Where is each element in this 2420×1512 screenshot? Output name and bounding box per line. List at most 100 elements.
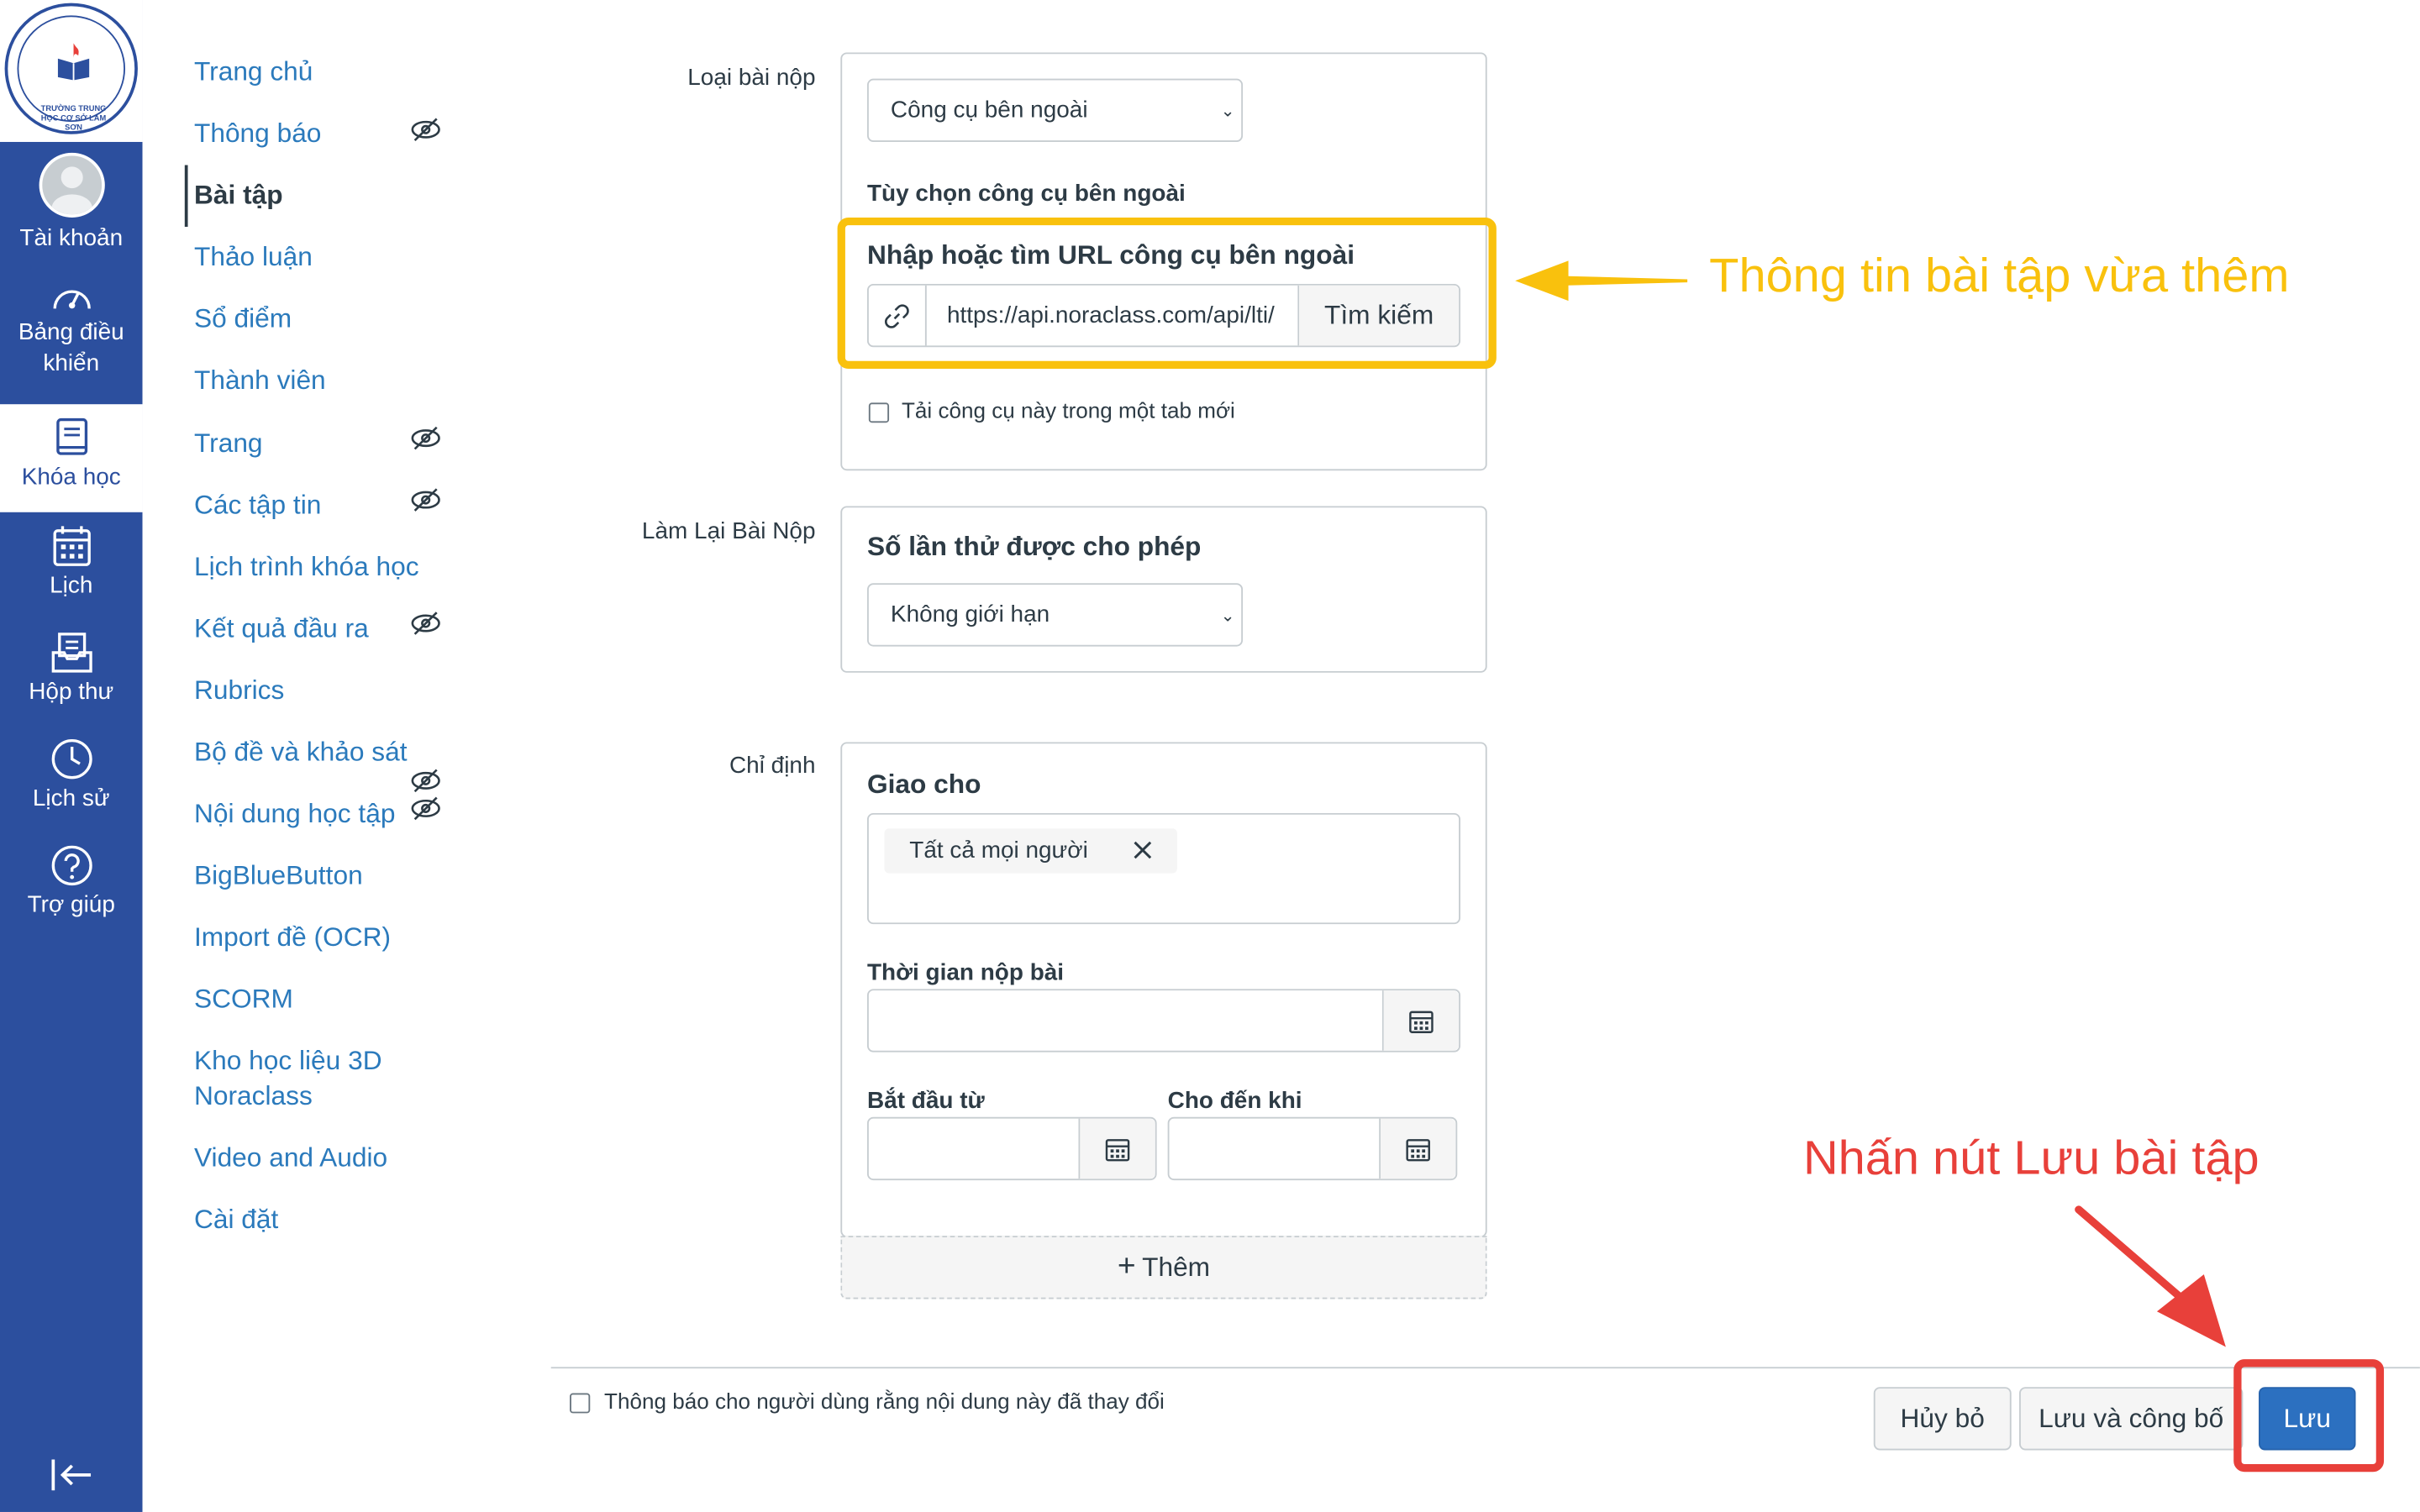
footer-divider [550,1367,2420,1369]
available-from-input[interactable] [866,1116,1157,1181]
eye-slash-icon [411,118,440,142]
page: TRƯỜNG TRUNG HỌC CƠ SỞ LAM SƠN Tài khoản… [0,0,2420,1512]
until-calendar-button[interactable] [1379,1118,1456,1179]
notify-users-label: Thông báo cho người dùng rằng nội dung n… [604,1389,1165,1414]
course-nav-3d-library-line2: Noraclass [193,1081,313,1111]
external-tool-options-heading: Tùy chọn công cụ bên ngoài [866,180,1186,207]
chevron-down-icon: ⌄ [1220,102,1235,121]
assign-to-input[interactable]: Tất cả mọi người [866,812,1460,925]
book-icon [57,43,90,81]
submission-type-value: Công cụ bên ngoài [890,97,1088,123]
course-nav-syllabus[interactable]: Lịch trình khóa học [194,549,419,585]
calendar-icon [1105,1138,1130,1161]
remove-tag-icon[interactable] [1134,841,1152,859]
course-nav-modules[interactable]: Nội dung học tập [194,796,395,832]
available-from-label: Bắt đầu từ [866,1087,985,1115]
eye-slash-icon [411,612,440,635]
until-label: Cho đến khi [1167,1087,1302,1115]
nav-account[interactable]: Tài khoản [0,152,143,255]
submission-type-select[interactable]: Công cụ bên ngoài ⌄ [866,78,1244,142]
avatar [38,152,104,218]
course-nav-announcements[interactable]: Thông báo [194,116,321,151]
help-icon [50,845,92,886]
nav-history-label: Lịch sử [32,785,110,812]
chevron-down-icon: ⌄ [1220,606,1235,625]
eye-slash-icon [411,796,440,821]
course-nav-discussions[interactable]: Thảo luận [194,239,313,275]
course-nav-home[interactable]: Trang chủ [194,54,313,89]
course-nav-quizzes[interactable]: Bộ đề và khảo sát [194,734,408,769]
history-icon [50,738,92,780]
collapse-nav-icon[interactable] [50,1457,94,1494]
nav-dashboard-label: Bảng điều khiển [18,319,124,377]
nav-help-label: Trợ giúp [27,891,115,918]
logo-school-name: TRƯỜNG TRUNG HỌC CƠ SỞ LAM SƠN [40,104,107,133]
assign-to-heading: Giao cho [866,769,981,800]
nav-history[interactable]: Lịch sử [0,738,143,815]
allowed-attempts-heading: Số lần thử được cho phép [866,532,1202,562]
until-input[interactable] [1167,1116,1458,1181]
global-nav: TRƯỜNG TRUNG HỌC CƠ SỞ LAM SƠN Tài khoản… [0,0,143,1512]
course-nav-video-audio[interactable]: Video and Audio [194,1140,387,1175]
course-nav-files[interactable]: Các tập tin [194,487,321,522]
info-callout: Thông tin bài tập vừa thêm [1709,248,2290,302]
logo-seal: TRƯỜNG TRUNG HỌC CƠ SỞ LAM SƠN [4,3,138,134]
notify-users-checkbox[interactable] [570,1393,591,1414]
course-nav-3d-library[interactable]: Kho học liệu 3D Noraclass [194,1043,382,1114]
course-nav-people[interactable]: Thành viên [194,363,326,398]
attempts-label: Làm Lại Bài Nộp [641,518,816,545]
nav-courses-label: Khóa học [21,464,121,491]
course-nav-3d-library-line1: Kho học liệu 3D [193,1046,382,1076]
info-arrow-icon [1515,260,1688,302]
nav-help[interactable]: Trợ giúp [0,844,143,921]
assignee-tag-label: Tất cả mọi người [909,837,1088,864]
eye-slash-icon [411,769,440,793]
nav-inbox[interactable]: Hộp thư [0,631,143,708]
due-date-label: Thời gian nộp bài [866,959,1065,986]
due-date-input[interactable] [866,989,1460,1053]
calendar-icon [1409,1010,1434,1033]
course-nav-grades[interactable]: Sổ điểm [194,301,292,336]
save-highlight-box [2233,1359,2385,1473]
assign-label: Chỉ định [729,753,816,780]
inbox-icon [50,633,92,673]
courses-icon [55,417,87,455]
submission-type-label: Loại bài nộp [687,65,816,92]
course-nav-rubrics[interactable]: Rubrics [194,673,284,708]
info-highlight-box [837,217,1497,369]
nav-inbox-label: Hộp thư [29,679,114,706]
dashboard-icon [52,290,90,309]
eye-slash-icon [411,488,440,512]
course-nav-settings[interactable]: Cài đặt [194,1202,278,1237]
due-date-calendar-button[interactable] [1381,990,1460,1051]
available-from-calendar-button[interactable] [1078,1118,1155,1179]
course-nav-active-indicator [184,165,188,227]
course-nav-import-ocr[interactable]: Import đề (OCR) [194,920,391,955]
eye-slash-icon [411,426,440,450]
course-nav-scorm[interactable]: SCORM [194,981,293,1016]
save-callout: Nhấn nút Lưu bài tập [1802,1131,2260,1185]
allowed-attempts-select[interactable]: Không giới hạn ⌄ [866,583,1244,647]
course-nav-assignments[interactable]: Bài tập [194,177,283,213]
save-arrow-icon [2075,1205,2226,1347]
new-tab-checkbox[interactable] [868,402,890,423]
calendar-icon [1406,1138,1430,1161]
add-assignment-label: Thêm [1142,1252,1211,1282]
nav-calendar[interactable]: Lịch [0,524,143,601]
add-assignment-button[interactable]: + Thêm [840,1236,1487,1299]
school-logo[interactable]: TRƯỜNG TRUNG HỌC CƠ SỞ LAM SƠN [0,0,143,142]
course-nav-outcomes[interactable]: Kết quả đầu ra [194,611,369,646]
cancel-button[interactable]: Hủy bỏ [1873,1387,2012,1451]
save-publish-button[interactable]: Lưu và công bố [2019,1387,2244,1451]
assignee-tag[interactable]: Tất cả mọi người [884,828,1177,874]
nav-courses[interactable]: Khóa học [0,404,143,512]
plus-icon: + [1117,1249,1136,1284]
course-nav-bigbluebutton[interactable]: BigBlueButton [194,858,363,893]
calendar-icon [52,526,90,566]
nav-calendar-label: Lịch [50,572,93,599]
new-tab-label: Tải công cụ này trong một tab mới [901,397,1235,423]
allowed-attempts-value: Không giới hạn [890,601,1050,628]
course-nav-pages[interactable]: Trang [194,426,263,461]
nav-dashboard[interactable]: Bảng điều khiển [0,281,143,380]
nav-account-label: Tài khoản [19,225,124,252]
